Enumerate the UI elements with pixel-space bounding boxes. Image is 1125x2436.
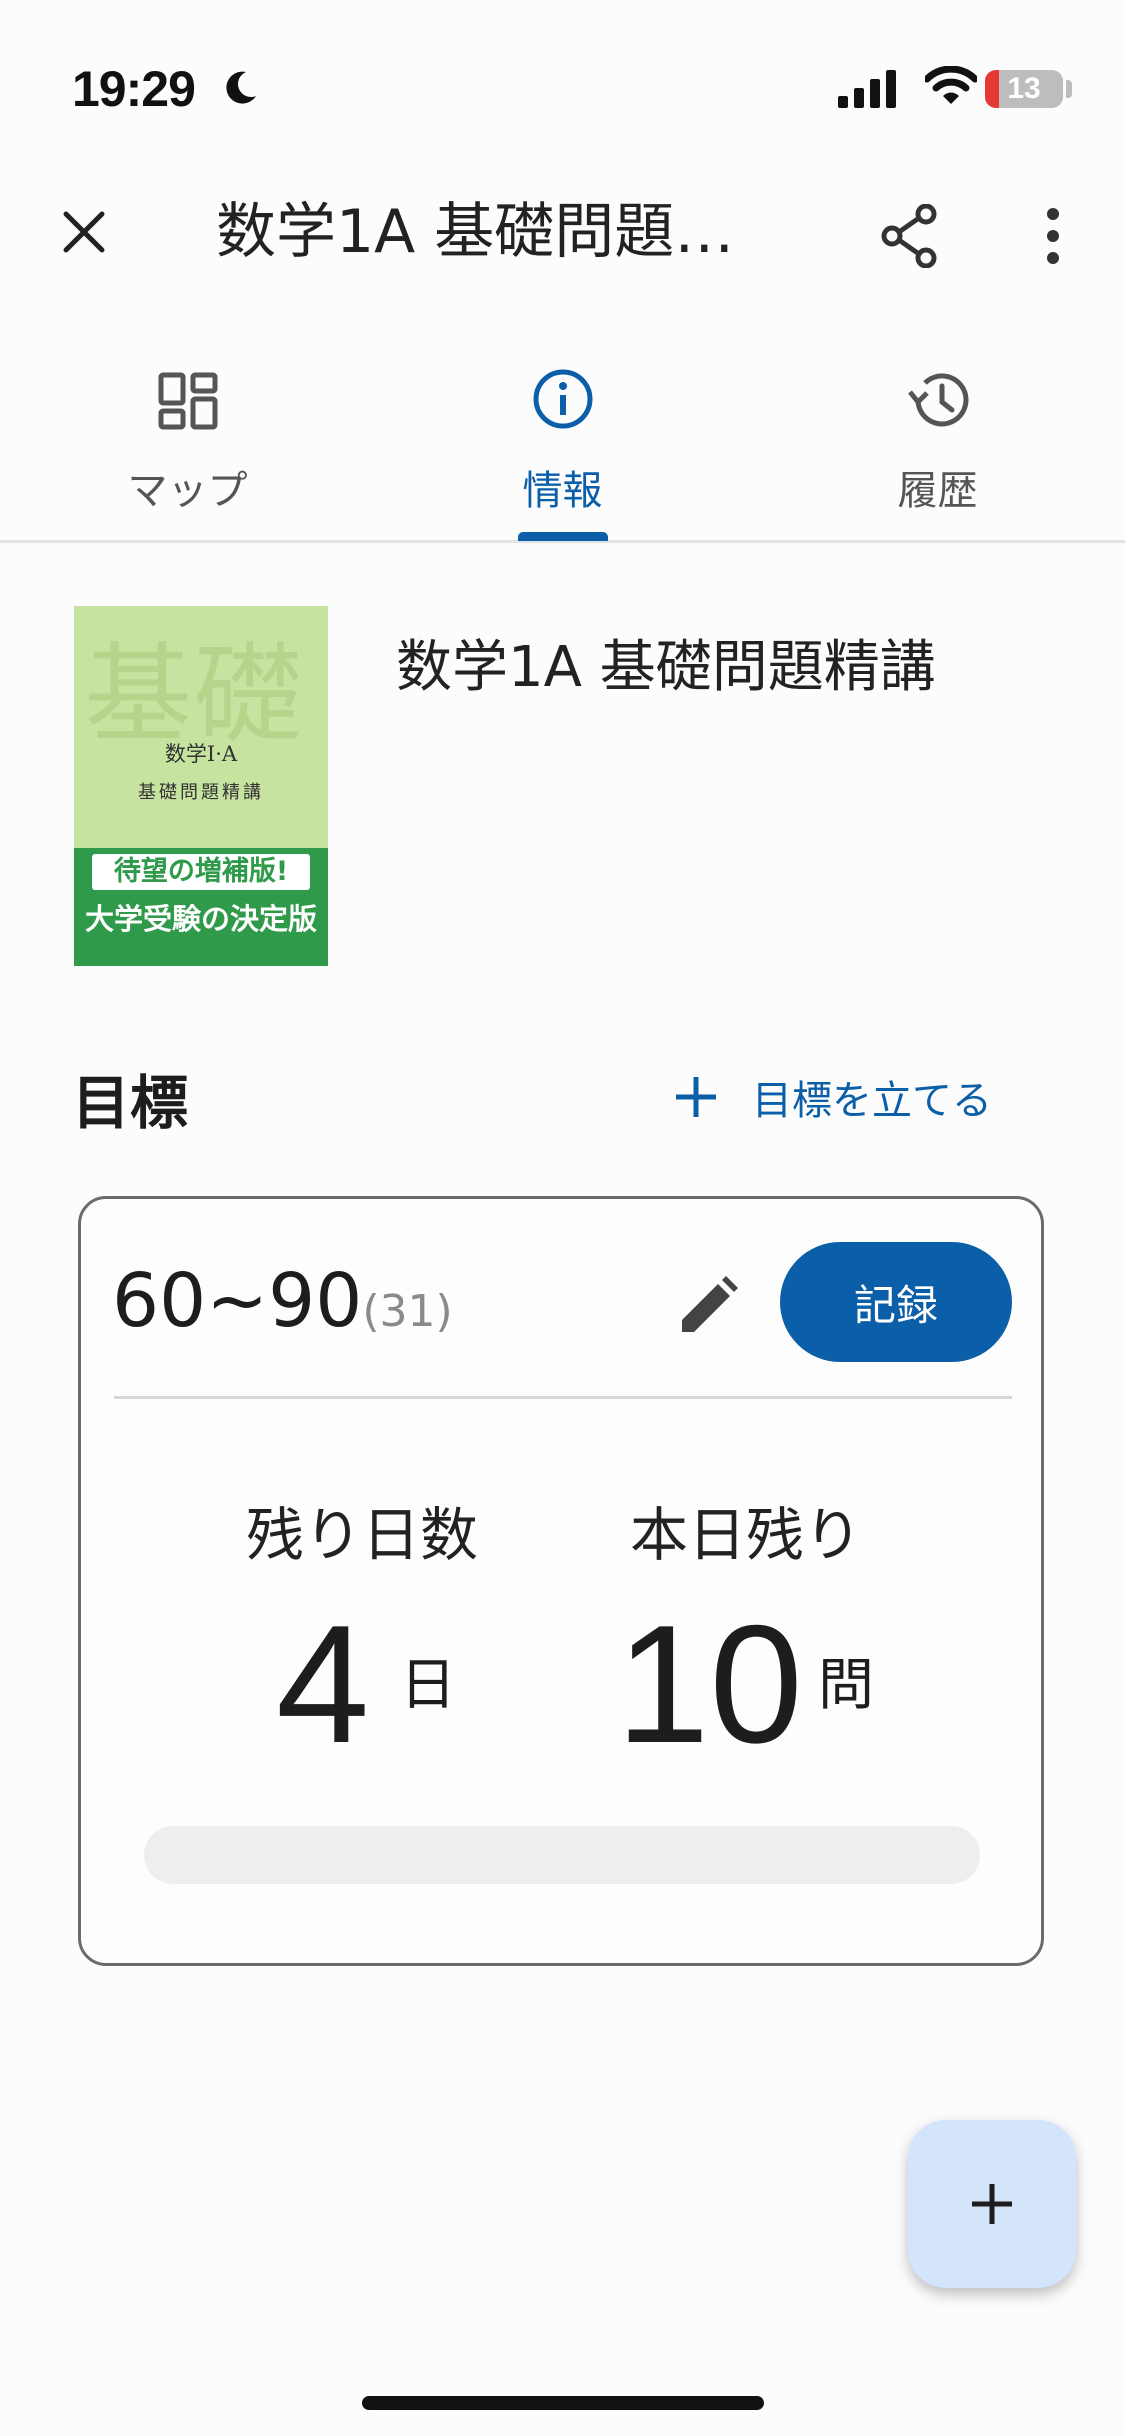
card-divider [114,1396,1012,1399]
cover-banner-1: 待望の増補版! [92,854,310,890]
info-icon [533,369,592,429]
cover-series: 基礎問題精講 [138,782,264,803]
tab-active-indicator [518,532,608,541]
grid-icon [158,372,217,430]
record-button[interactable]: 記録 [780,1242,1012,1362]
more-vert-icon [1047,208,1059,264]
close-button[interactable] [48,196,120,268]
book-title: 数学1A 基礎問題精講 [396,635,936,700]
status-time: 19:29 [72,61,196,117]
edit-goal-button[interactable] [670,1268,746,1344]
signal-icon [838,70,898,112]
plus-icon [676,1077,716,1117]
cover-subject: 数学Ⅰ·A [164,742,238,766]
tab-map[interactable]: マップ [0,330,375,540]
battery-icon: 13 [985,70,1063,108]
set-goal-button[interactable]: 目標を立てる [672,1068,992,1126]
today-unit: 問 [818,1653,874,1718]
moon-icon [220,68,260,112]
goal-range-value: 60~90 [112,1258,363,1344]
share-icon [881,204,937,268]
plus-icon [972,2184,1012,2224]
cover-banner-2: 大学受験の決定版 [84,902,317,936]
pencil-icon [682,1276,738,1332]
share-button[interactable] [870,196,950,276]
tab-info[interactable]: 情報 [375,330,750,540]
home-indicator[interactable] [362,2396,764,2410]
goal-range: 60~90(31) [112,1256,453,1357]
add-fab-button[interactable] [908,2120,1076,2288]
days-unit: 日 [400,1653,456,1718]
set-goal-label: 目標を立てる [752,1078,992,1124]
today-left-value: 10 [616,1590,803,1778]
book-cover-image: 基礎 数学Ⅰ·A 基礎問題精講 待望の増補版! 大学受験の決定版 [74,606,328,966]
close-icon [63,211,105,253]
battery-cap [1066,80,1072,98]
goal-range-count: (31) [362,1286,453,1337]
goal-heading: 目標 [72,1069,189,1137]
tab-map-label: マップ [127,468,248,514]
history-icon [907,373,968,427]
tab-history[interactable]: 履歴 [750,330,1125,540]
more-options-button[interactable] [1020,196,1086,276]
days-left-label: 残り日数 [246,1501,479,1569]
today-left-label: 本日残り [630,1501,863,1569]
tab-history-label: 履歴 [897,468,978,514]
goal-progress-bar [144,1826,980,1884]
tab-info-label: 情報 [522,468,603,514]
battery-level: 13 [1007,72,1041,105]
page-title: 数学1A 基礎問題… [216,197,735,267]
wifi-icon [923,65,979,110]
days-left-value: 4 [276,1590,370,1778]
